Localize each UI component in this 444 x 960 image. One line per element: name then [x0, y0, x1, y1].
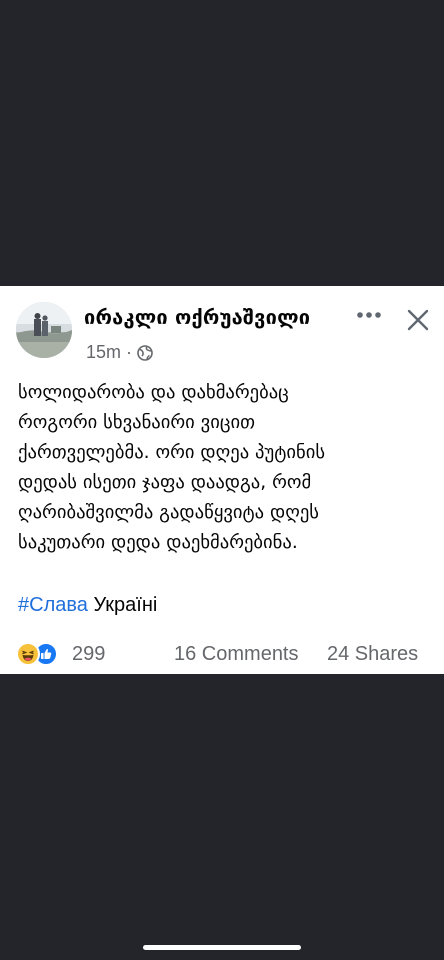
reactions-bar: 299 16 Comments 24 Shares — [0, 636, 444, 672]
post-text-line: დედას ისეთი ჯაფა დაადგა, რომ — [18, 472, 312, 493]
meta-separator: · — [126, 342, 133, 362]
shares-count[interactable]: 24 Shares — [327, 643, 418, 666]
close-icon — [407, 309, 429, 331]
close-button[interactable] — [402, 304, 434, 336]
hashtag-line: #Слава Україні — [18, 594, 157, 617]
post-meta: 15m · — [86, 342, 153, 363]
post-time[interactable]: 15m — [86, 342, 121, 363]
haha-icon — [16, 642, 40, 666]
post-text: სოლიდარობა და დახმარებაც როგორი სხვანაირ… — [18, 378, 438, 558]
globe-icon — [137, 344, 153, 361]
reaction-icons[interactable] — [16, 642, 66, 666]
avatar[interactable] — [16, 302, 72, 358]
hashtag-text: Україні — [93, 594, 158, 616]
author-name[interactable]: ირაკლი ოქრუაშვილი — [84, 305, 310, 329]
post-text-line: სოლიდარობა და დახმარებაც — [18, 382, 289, 403]
post-card: ირაკლი ოქრუაშვილი 15m · სოლიდარობა და და… — [0, 286, 444, 674]
more-horizontal-icon — [357, 312, 381, 318]
avatar-image — [16, 302, 72, 358]
post-text-line: როგორი სხვანაირი ვიცით — [18, 412, 255, 433]
comments-count[interactable]: 16 Comments — [174, 643, 299, 666]
reaction-count[interactable]: 299 — [72, 643, 105, 666]
more-options-button[interactable] — [352, 300, 386, 330]
hashtag-link[interactable]: #Слава — [18, 594, 88, 616]
post-text-line: ქართველებმა. ორი დღეა პუტინის — [18, 442, 326, 463]
post-text-line: ღარიბაშვილმა გადაწყვიტა დღეს — [18, 502, 319, 523]
home-indicator[interactable] — [143, 945, 301, 950]
post-text-line: საკუთარი დედა დაეხმარებინა. — [18, 532, 298, 553]
